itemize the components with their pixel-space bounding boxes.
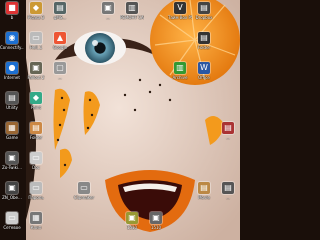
desktop-icon-label: Internet (4, 75, 20, 80)
desktop-icon[interactable]: ▤ Folder (24, 120, 48, 150)
app-icon: W (198, 62, 210, 74)
desktop-icon-label: Hell_1 (29, 45, 43, 50)
desktop-icon[interactable]: ▭ Сетевое (0, 210, 24, 240)
desktop-icon-label: Fallout 2 (27, 75, 45, 80)
desktop-icon-label: Тайм Box PSKit (168, 15, 192, 20)
app-icon: ▲ (54, 32, 66, 44)
app-icon: ▣ (102, 2, 114, 14)
desktop-icon-label: ... (58, 75, 62, 80)
desktop-icon[interactable]: ▣... (96, 0, 120, 30)
desktop-icon-label: ZN_Obe... (2, 195, 22, 200)
app-icon: ▦ (30, 212, 42, 224)
desktop-icon-label: Paint (31, 105, 41, 110)
app-icon: ▭ (30, 32, 42, 44)
desktop-icon[interactable]: ▤ Utility (0, 90, 24, 120)
desktop-icon-label: Archive (172, 75, 188, 80)
desktop-icon-label: ... (106, 15, 110, 20)
app-icon: ▭ (30, 182, 42, 194)
desktop-icon[interactable]: ▦ Клип (24, 210, 48, 240)
desktop-icon-label: Сетевое (3, 225, 21, 230)
desktop-icon-label: Dropbox (195, 15, 213, 20)
desktop-icon-grid: ■b◆Picasa 3▤gMS...▣...▥РЕМОНТ CASIOVТайм… (0, 0, 240, 240)
app-icon: ◆ (30, 2, 42, 14)
desktop-icon[interactable]: ▭ Clipmaker (72, 180, 96, 210)
desktop-icon-label: ... (226, 195, 230, 200)
app-icon: ◆ (30, 92, 42, 104)
app-icon: ▤ (198, 182, 210, 194)
app-icon: ▣ (6, 182, 18, 194)
desktop-icon-label: gMS... (53, 15, 67, 20)
desktop-icon-label: Folder (29, 135, 43, 140)
desktop-icon-label: Game (6, 135, 18, 140)
app-icon: ■ (6, 2, 18, 14)
desktop-icon[interactable]: ◆ Picasa 3 (24, 0, 48, 30)
desktop-icon-label: b (10, 15, 14, 20)
desktop-icon[interactable]: ▭ Doc (24, 150, 48, 180)
desktop-icon[interactable]: VТайм Box PSKit (168, 0, 192, 30)
desktop-icon[interactable]: ◉ Connectify... (0, 30, 24, 60)
app-icon: ▭ (6, 212, 18, 224)
desktop-icon-label: Office (198, 75, 210, 80)
desktop-icon-label: Connectify... (0, 45, 24, 50)
desktop-icon-label: Utility (6, 105, 18, 110)
app-icon: ● (6, 62, 18, 74)
app-icon: ▤ (30, 122, 42, 134)
app-icon: ◉ (6, 32, 18, 44)
desktop-icon-label: Picasa 3 (27, 15, 45, 20)
app-icon: ▦ (6, 122, 18, 134)
app-icon: ▤ (222, 182, 234, 194)
desktop-icon[interactable]: W Office (192, 60, 216, 90)
desktop-icon[interactable]: ▥ Archive (168, 60, 192, 90)
desktop-icon-label: Doc (32, 165, 40, 170)
desktop-icon[interactable]: ▣ 1510 (120, 210, 144, 240)
desktop-icon-label: Google (52, 45, 68, 50)
desktop-icon[interactable]: ▭ Пароль (24, 180, 48, 210)
desktop-icon[interactable]: ■ b (0, 0, 24, 30)
desktop-icon[interactable]: ▣ ZN_Obe... (0, 180, 24, 210)
app-icon: ▤ (222, 122, 234, 134)
desktop-icon[interactable]: ▤ gMS... (48, 0, 72, 30)
app-icon: ▢ (54, 62, 66, 74)
desktop-icon[interactable]: ▤ Folder (192, 30, 216, 60)
app-icon: ▥ (126, 2, 138, 14)
desktop-icon-label: РЕМОНТ CASIO (120, 15, 144, 20)
app-icon: ▤ (198, 32, 210, 44)
desktop-icon[interactable]: ▭ Hell_1 (24, 30, 48, 60)
desktop-icon[interactable]: ▥РЕМОНТ CASIO (120, 0, 144, 30)
desktop-icon[interactable]: ▲ Google (48, 30, 72, 60)
app-icon: ▣ (126, 212, 138, 224)
app-icon: ▭ (30, 152, 42, 164)
desktop-icon-label: Clipmaker (73, 195, 95, 200)
desktop-icon[interactable]: ◆ Paint (24, 90, 48, 120)
app-icon: ▣ (30, 62, 42, 74)
desktop-icon[interactable]: ● Internet (0, 60, 24, 90)
desktop-icon[interactable]: ▤... (216, 180, 240, 210)
desktop-icon[interactable]: ▤ Dropbox (192, 0, 216, 30)
app-icon: ▣ (150, 212, 162, 224)
app-icon: ▤ (54, 2, 66, 14)
app-icon: ▥ (174, 62, 186, 74)
desktop-icon-label: Folder (197, 45, 211, 50)
desktop-icon[interactable]: ▦ Game (0, 120, 24, 150)
app-icon: ▣ (6, 152, 18, 164)
desktop-icon-label: Клип (30, 225, 42, 230)
desktop-icon-label: ... (226, 135, 230, 140)
desktop-icon-label: 1510 (126, 225, 138, 230)
app-icon: ▤ (198, 2, 210, 14)
app-icon: ▤ (6, 92, 18, 104)
desktop-icon-label: Zo-Twiki... (2, 165, 22, 170)
desktop-icon[interactable]: ▤ Movie (192, 180, 216, 210)
desktop-icon-label: 1510 (150, 225, 162, 230)
desktop-icon-label: Movie (198, 195, 210, 200)
app-icon: V (174, 2, 186, 14)
desktop-icon[interactable]: ▣ Zo-Twiki... (0, 150, 24, 180)
desktop-icon[interactable]: ▣ 1510 (144, 210, 168, 240)
app-icon: ▭ (78, 182, 90, 194)
desktop-icon[interactable]: ▤... (216, 120, 240, 150)
desktop-icon[interactable]: ▢... (48, 60, 72, 90)
desktop-icon-label: Пароль (28, 195, 44, 200)
desktop-icon[interactable]: ▣ Fallout 2 (24, 60, 48, 90)
